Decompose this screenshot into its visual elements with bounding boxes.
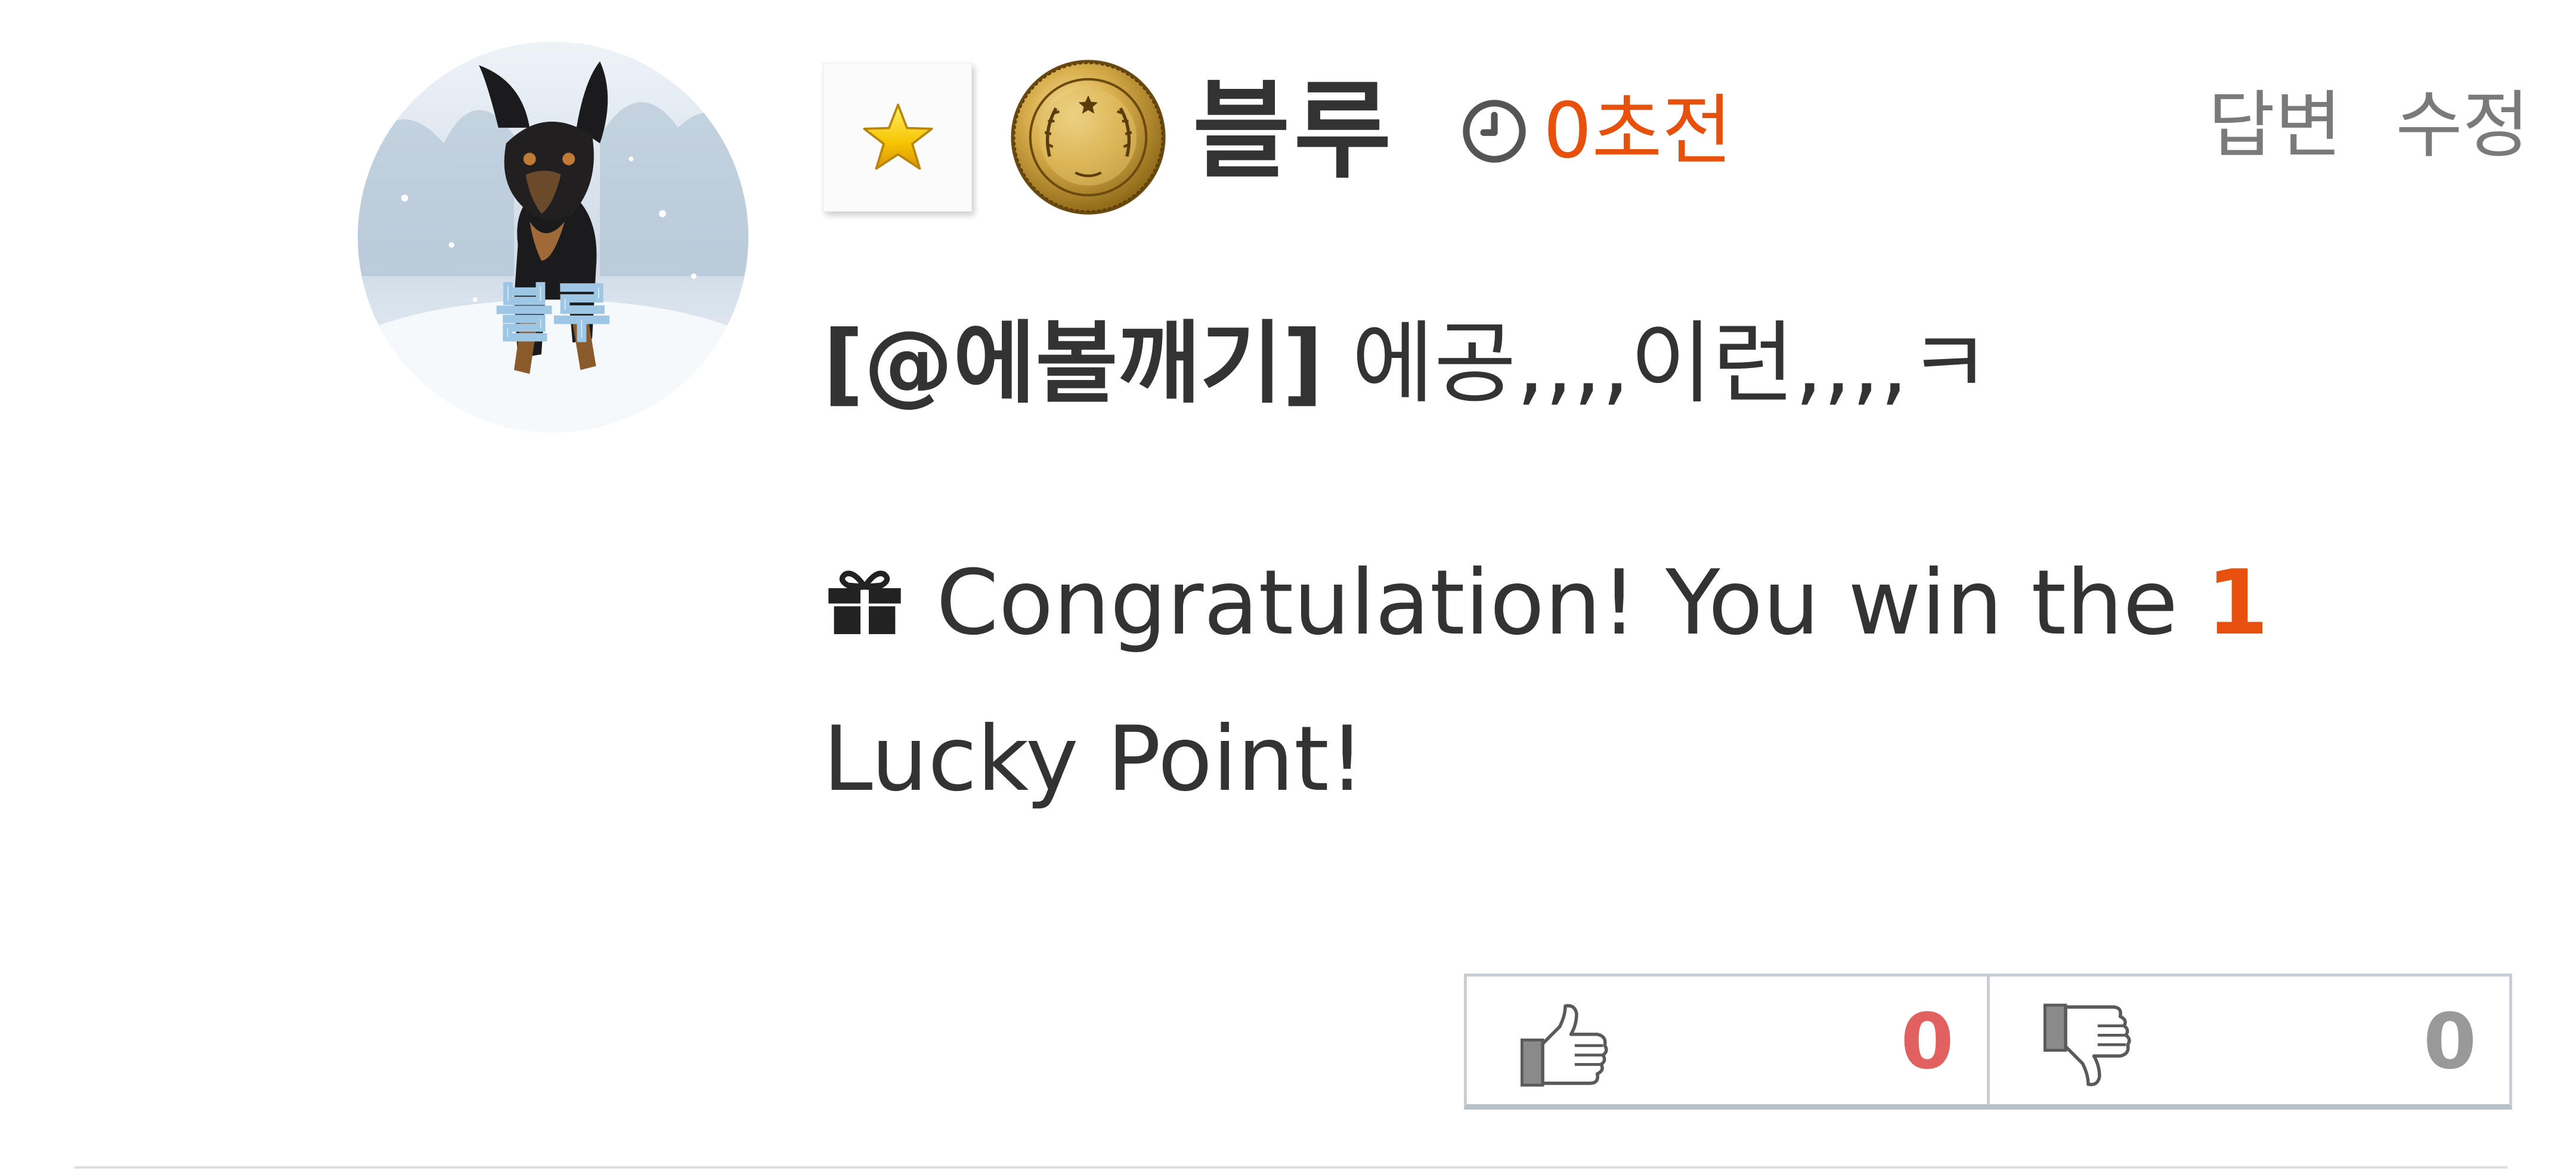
avatar[interactable]: 블루 [358, 42, 748, 432]
lucky-prefix: Congratulation! You win the [936, 551, 2207, 655]
divider [75, 1166, 2507, 1169]
comment-actions: 답변 수정 [2208, 81, 2529, 170]
downvote-button[interactable]: 0 [1986, 977, 2510, 1104]
lucky-point-notice: Congratulation! You win the 1 Lucky Poin… [823, 525, 2504, 838]
level-badge [823, 63, 972, 212]
comment-body: [@에볼깨기] 에공,,,,이런,,,,ㅋ [823, 298, 1990, 430]
lucky-suffix: Lucky Point! [823, 708, 1366, 811]
vote-box: 0 0 [1464, 974, 2512, 1110]
upvote-button[interactable]: 0 [1467, 977, 1987, 1104]
gold-medal-icon [1008, 57, 1169, 218]
thumbs-up-icon [1518, 1000, 1613, 1090]
clock-icon [1461, 98, 1528, 165]
downvote-count: 0 [2423, 997, 2476, 1086]
upvote-count: 0 [1900, 997, 1954, 1086]
edit-button[interactable]: 수정 [2396, 81, 2529, 170]
author-name[interactable]: 블루 [1193, 60, 1395, 203]
gift-icon [823, 565, 906, 637]
lucky-points: 1 [2206, 551, 2269, 655]
star-icon [863, 103, 933, 170]
avatar-image: 블루 [358, 42, 748, 432]
reply-button[interactable]: 답변 [2208, 81, 2342, 170]
timestamp: 0초전 [1461, 81, 1732, 182]
comment-text: 에공,,,,이런,,,,ㅋ [1323, 312, 1991, 416]
time-text: 0초전 [1543, 86, 1732, 175]
thumbs-down-icon [2041, 1000, 2136, 1090]
mention-link[interactable]: [@에볼깨기] [823, 312, 1323, 416]
avatar-caption: 블루 [496, 277, 611, 350]
